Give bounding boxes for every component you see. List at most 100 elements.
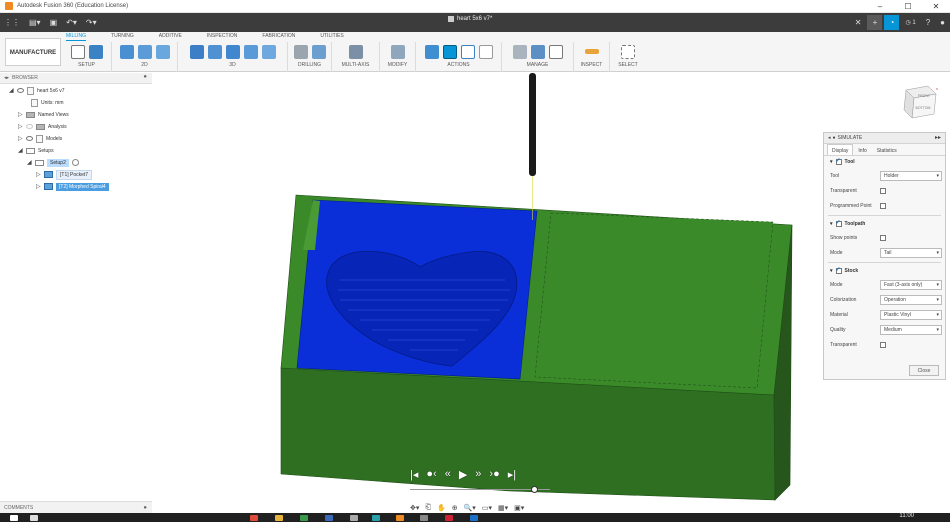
measure-icon[interactable] [584, 49, 599, 54]
3d-parallel-icon[interactable] [261, 44, 276, 59]
tab-info[interactable]: Info [853, 144, 871, 155]
tab-inspection[interactable]: INSPECTION [207, 33, 238, 41]
step-forward-icon[interactable]: » [475, 468, 481, 480]
workspace-switcher[interactable]: MANUFACTURE [5, 38, 61, 66]
go-to-end-icon[interactable]: ▸| [508, 468, 516, 481]
3d-scallop-icon[interactable] [243, 44, 258, 59]
tree-models[interactable]: ▷ Models [18, 133, 62, 144]
group-manage[interactable]: MANAGE [502, 42, 574, 72]
start-icon[interactable] [10, 515, 18, 521]
browser-pin-icon[interactable]: ● [143, 74, 147, 80]
browser-collapse-icon[interactable]: ◂▸ [4, 75, 9, 81]
orbit-icon[interactable]: ✥▾ [410, 504, 419, 512]
app-icon[interactable] [420, 515, 428, 521]
section-collapse-icon[interactable]: ▾ [830, 159, 833, 165]
viewport-canvas[interactable] [0, 73, 950, 513]
tree-setup2[interactable]: ◢ Setup2 [27, 157, 79, 168]
expand-triangle-icon[interactable]: ▷ [36, 171, 44, 178]
close-window-button[interactable]: ✕ [922, 0, 950, 13]
tab-display[interactable]: Display [827, 144, 854, 155]
tree-root[interactable]: ◢ heart 5x6 v7 [9, 85, 65, 96]
tree-setups[interactable]: ◢ Setups [18, 145, 54, 156]
expand-triangle-icon[interactable]: ▷ [18, 123, 26, 130]
tree-units[interactable]: Units: mm [31, 97, 64, 108]
post-library-icon[interactable] [548, 44, 563, 59]
group-setup[interactable]: SETUP [62, 42, 112, 72]
collapse-triangle-icon[interactable]: ◢ [27, 159, 35, 166]
maximize-button[interactable]: ☐ [894, 0, 922, 13]
tab-statistics[interactable]: Statistics [872, 144, 902, 155]
section-collapse-icon[interactable]: ▾ [830, 221, 833, 227]
explorer-icon[interactable] [275, 515, 283, 521]
show-points-checkbox[interactable] [880, 234, 886, 241]
display-settings-icon[interactable]: ▭▾ [482, 504, 492, 512]
modify-icon[interactable] [390, 44, 405, 59]
group-3d[interactable]: 3D [178, 42, 288, 72]
minimize-button[interactable]: – [866, 0, 894, 13]
2d-contour-icon[interactable] [155, 44, 170, 59]
stock-visible-checkbox[interactable] [835, 266, 842, 274]
go-to-start-icon[interactable]: |◂ [410, 468, 418, 481]
tool-select[interactable]: Holder [880, 170, 942, 181]
section-tool-header[interactable]: ▾ Tool [824, 156, 945, 168]
save-icon[interactable]: ▣ [50, 18, 58, 27]
timeline-scrubber[interactable] [531, 486, 538, 493]
new-tab-button[interactable]: + [867, 15, 883, 30]
undo-icon[interactable]: ↶▾ [66, 18, 77, 27]
section-stock-header[interactable]: ▾ Stock [824, 265, 945, 277]
redo-icon[interactable]: ↷▾ [86, 18, 97, 27]
tab-fabrication[interactable]: FABRICATION [262, 33, 295, 41]
stock-transparent-checkbox[interactable] [880, 341, 886, 348]
group-modify[interactable]: MODIFY [380, 42, 416, 72]
group-actions[interactable]: ACTIONS [416, 42, 502, 72]
template-library-icon[interactable] [530, 44, 545, 59]
setup-sheet-icon[interactable] [478, 44, 493, 59]
programmed-point-checkbox[interactable] [880, 202, 886, 209]
hole-recognition-icon[interactable] [311, 44, 326, 59]
tool-library-icon[interactable] [512, 44, 527, 59]
app-icon[interactable] [445, 515, 453, 521]
visibility-eye-icon[interactable] [26, 136, 33, 141]
comments-panel[interactable]: COMMENTS ● [0, 501, 152, 513]
job-status-icon[interactable]: ◔ [884, 15, 900, 30]
simulate-collapse-icon[interactable]: ◂ [828, 135, 831, 141]
simulate-active-icon[interactable] [442, 44, 457, 59]
visibility-eye-icon[interactable] [17, 88, 24, 93]
2d-pocket-icon[interactable] [137, 44, 152, 59]
toolpath-visible-checkbox[interactable] [835, 219, 842, 227]
zoom-icon[interactable]: 🔍▾ [464, 504, 476, 512]
previous-point-icon[interactable]: ●‹ [426, 468, 436, 480]
group-inspect[interactable]: INSPECT [574, 42, 610, 72]
pan-icon[interactable]: ✋ [437, 504, 446, 512]
tab-additive[interactable]: ADDITIVE [159, 33, 182, 41]
tab-milling[interactable]: MILLING [66, 33, 87, 41]
2d-adaptive-icon[interactable] [119, 44, 134, 59]
simulate-header[interactable]: ◂ ● SIMULATE ▸▸ [824, 133, 945, 144]
colorization-select[interactable]: Operation [880, 294, 942, 305]
new-setup-icon[interactable] [88, 44, 103, 59]
chrome-icon[interactable] [250, 515, 258, 521]
app-icon[interactable] [372, 515, 380, 521]
tree-analysis[interactable]: ▷ Analysis [18, 121, 67, 132]
close-tab-icon[interactable]: ✕ [855, 18, 862, 27]
viewports-icon[interactable]: ▣▾ [514, 504, 524, 512]
view-cube[interactable]: FRONT BOTTOM x [902, 84, 938, 122]
step-back-icon[interactable]: « [445, 468, 451, 480]
close-button[interactable]: Close [909, 365, 939, 376]
section-collapse-icon[interactable]: ▾ [830, 268, 833, 274]
help-icon[interactable]: ? [926, 18, 930, 27]
drill-icon[interactable] [293, 44, 308, 59]
look-at-icon[interactable]: ⎗ [425, 504, 431, 512]
group-2d[interactable]: 2D [112, 42, 178, 72]
group-multi-axis[interactable]: MULTI-AXIS [332, 42, 380, 72]
app-icon[interactable] [470, 515, 478, 521]
zoom-window-icon[interactable]: ⊕ [452, 504, 458, 512]
app-icon[interactable] [350, 515, 358, 521]
browser-header[interactable]: ◂▸ BROWSER ● [0, 73, 152, 84]
expand-triangle-icon[interactable]: ▷ [18, 135, 26, 142]
3d-pocket-icon[interactable] [207, 44, 222, 59]
app-icon[interactable] [325, 515, 333, 521]
fusion-taskbar-icon[interactable] [396, 515, 404, 521]
visibility-eye-icon[interactable] [26, 124, 33, 129]
select-cursor-icon[interactable] [621, 44, 635, 59]
